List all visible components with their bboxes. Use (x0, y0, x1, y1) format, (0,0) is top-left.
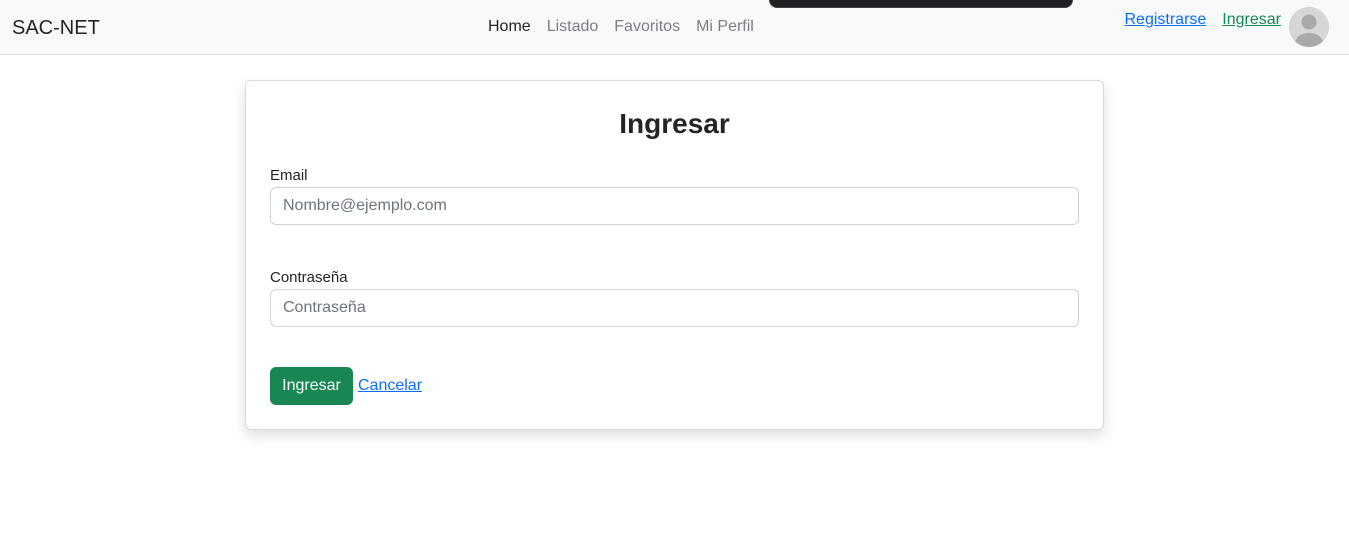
nav-mi-perfil[interactable]: Mi Perfil (696, 17, 754, 37)
avatar-icon[interactable] (1289, 7, 1329, 47)
login-card: Ingresar Email Contraseña Ingresar Cance… (245, 80, 1104, 430)
nav-favoritos[interactable]: Favoritos (614, 17, 680, 37)
nav-listado[interactable]: Listado (547, 17, 599, 37)
auth-links: Registrarse Ingresar (1124, 10, 1281, 30)
overlay-bar (769, 0, 1073, 8)
login-link[interactable]: Ingresar (1222, 10, 1281, 30)
password-label: Contraseña (270, 269, 348, 286)
top-navbar: SAC-NET Home Listado Favoritos Mi Perfil… (0, 0, 1349, 55)
email-field[interactable] (270, 187, 1079, 225)
brand-link[interactable]: SAC-NET (12, 16, 100, 40)
main-nav: Home Listado Favoritos Mi Perfil (488, 17, 754, 37)
password-field[interactable] (270, 289, 1079, 327)
email-label: Email (270, 167, 308, 184)
cancel-link[interactable]: Cancelar (358, 376, 422, 396)
register-link[interactable]: Registrarse (1124, 10, 1206, 30)
submit-button[interactable]: Ingresar (270, 367, 353, 405)
login-title: Ingresar (619, 108, 730, 139)
nav-home[interactable]: Home (488, 17, 531, 37)
